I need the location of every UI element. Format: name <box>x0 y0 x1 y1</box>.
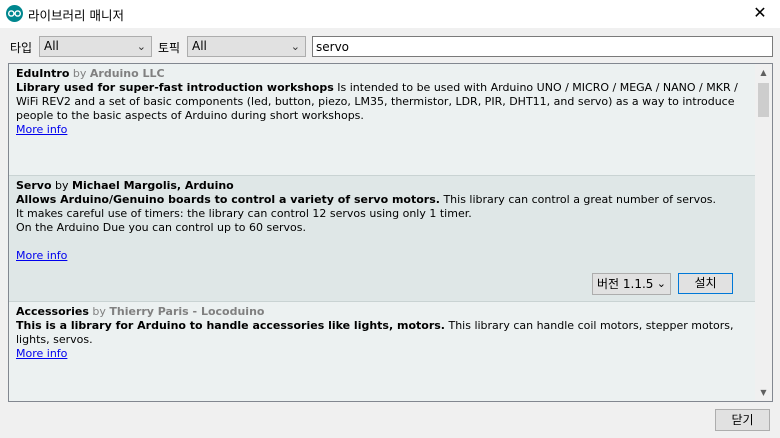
vertical-scrollbar[interactable]: ▲ ▼ <box>755 64 772 401</box>
library-author: Arduino LLC <box>89 67 165 80</box>
topic-filter-value: All <box>192 39 207 53</box>
library-header: Servo by Michael Margolis, Arduino <box>16 179 748 193</box>
type-filter-select[interactable]: All ⌄ <box>39 36 152 57</box>
library-name: Accessories <box>16 305 89 318</box>
library-item-eduintro[interactable]: EduIntro by Arduino LLC Library used for… <box>9 64 755 176</box>
library-header: Accessories by Thierry Paris - Locoduino <box>16 305 748 319</box>
library-item-accessories[interactable]: Accessories by Thierry Paris - Locoduino… <box>9 302 755 401</box>
search-input[interactable] <box>312 36 773 57</box>
library-item-servo[interactable]: Servo by Michael Margolis, Arduino Allow… <box>9 176 755 302</box>
scroll-up-arrow-icon[interactable]: ▲ <box>755 64 772 81</box>
library-list: EduIntro by Arduino LLC Library used for… <box>8 63 773 402</box>
version-select[interactable]: 버전 1.1.5 ⌄ <box>592 273 671 295</box>
chevron-down-icon: ⌄ <box>656 277 666 290</box>
library-sentence: This is a library for Arduino to handle … <box>16 319 445 332</box>
library-author: Michael Margolis, Arduino <box>72 179 234 192</box>
scrollbar-thumb[interactable] <box>758 83 769 117</box>
library-paragraph: On the Arduino Due you can control up to… <box>16 221 307 234</box>
library-header: EduIntro by Arduino LLC <box>16 67 748 81</box>
close-icon: ✕ <box>753 3 767 22</box>
more-info-link[interactable]: More info <box>16 123 67 136</box>
type-filter-label: 타입 <box>10 41 33 55</box>
library-name: EduIntro <box>16 67 70 80</box>
scroll-down-arrow-icon[interactable]: ▼ <box>755 384 772 401</box>
arduino-logo-icon <box>6 5 23 22</box>
close-button[interactable]: 닫기 <box>715 409 770 431</box>
version-select-value: 버전 1.1.5 <box>597 277 654 291</box>
library-sentence: Library used for super-fast introduction… <box>16 81 334 94</box>
library-paragraph: It makes careful use of timers: the libr… <box>16 207 472 220</box>
library-description: Allows Arduino/Genuino boards to control… <box>16 193 748 207</box>
library-author: Thierry Paris - Locoduino <box>109 305 265 318</box>
library-paragraph: This library can control a great number … <box>443 193 717 206</box>
topic-filter-label: 토픽 <box>158 41 181 55</box>
topic-filter-select[interactable]: All ⌄ <box>187 36 306 57</box>
library-name: Servo <box>16 179 52 192</box>
library-sentence: Allows Arduino/Genuino boards to control… <box>16 193 440 206</box>
library-by: by <box>72 67 87 80</box>
window-title: 라이브러리 매니저 <box>28 8 124 23</box>
library-list-viewport: EduIntro by Arduino LLC Library used for… <box>9 64 755 401</box>
more-info-link[interactable]: More info <box>16 249 67 262</box>
library-by: by <box>55 179 69 192</box>
type-filter-value: All <box>44 39 59 53</box>
library-description: Library used for super-fast introduction… <box>16 81 748 123</box>
library-by: by <box>92 305 106 318</box>
filter-bar: 타입 All ⌄ 토픽 All ⌄ <box>0 36 780 58</box>
chevron-down-icon: ⌄ <box>290 40 300 53</box>
library-description: This is a library for Arduino to handle … <box>16 319 748 347</box>
install-button[interactable]: 설치 <box>678 273 733 294</box>
close-window-button[interactable]: ✕ <box>740 0 780 28</box>
more-info-link[interactable]: More info <box>16 347 67 360</box>
library-manager-window: 라이브러리 매니저 ✕ 타입 All ⌄ 토픽 All ⌄ EduIntro b… <box>0 0 780 438</box>
chevron-down-icon: ⌄ <box>136 40 146 53</box>
title-bar: 라이브러리 매니저 ✕ <box>0 0 780 28</box>
